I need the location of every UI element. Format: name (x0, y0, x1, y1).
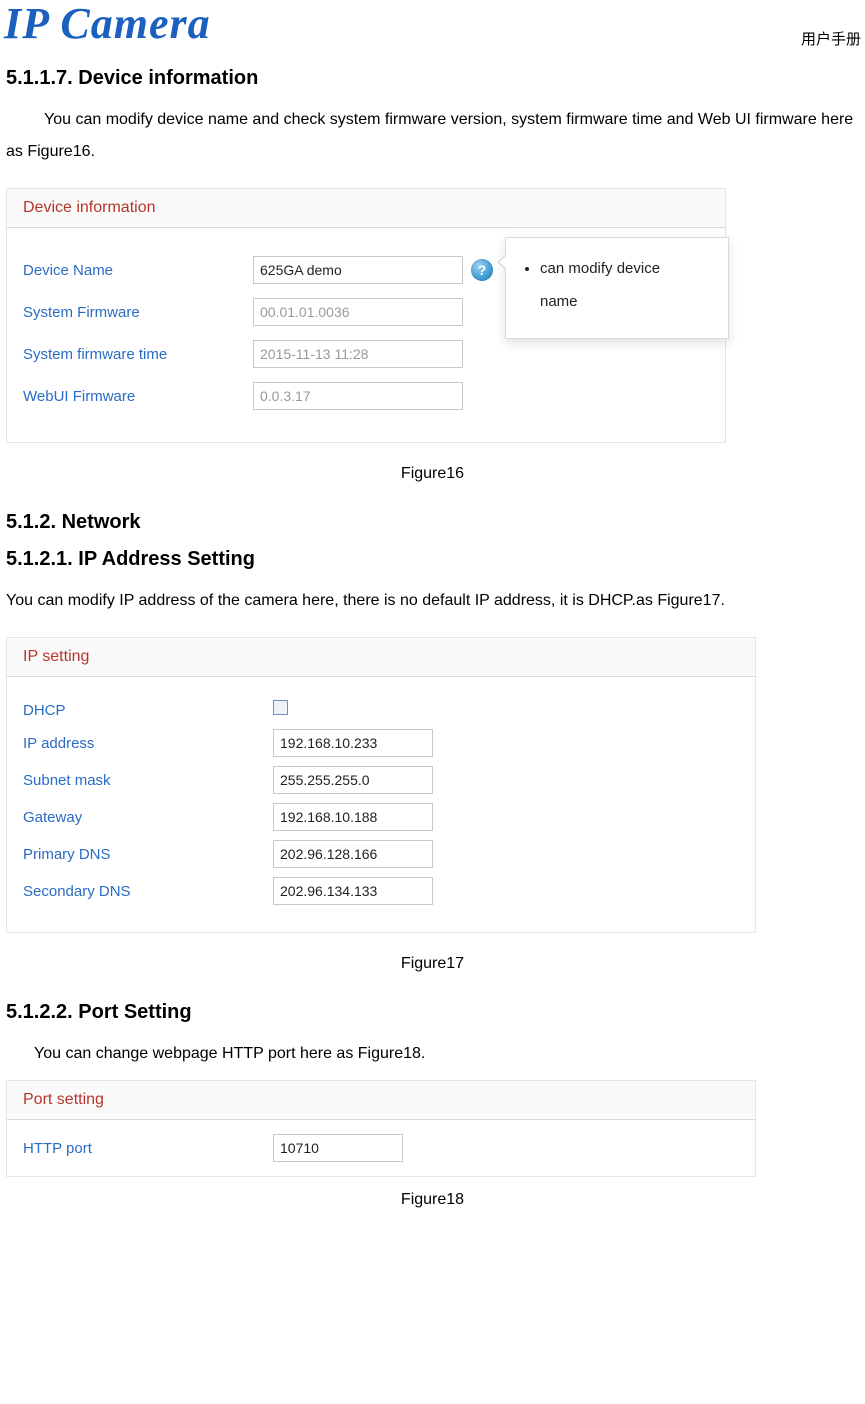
input-webui-firmware (253, 382, 463, 410)
label-device-name: Device Name (23, 262, 253, 279)
heading-device-information: 5.1.1.7. Device information (6, 67, 859, 90)
heading-network: 5.1.2. Network (6, 511, 859, 534)
input-system-firmware (253, 298, 463, 326)
tooltip-line1: can modify device (540, 260, 660, 277)
device-information-panel: Device information can modify device nam… (6, 188, 726, 443)
manual-label: 用户手册 (801, 0, 861, 49)
page-header: IP Camera 用户手册 (0, 0, 865, 49)
ip-setting-panel: IP setting DHCP IP address Subnet mask (6, 637, 756, 933)
label-http-port: HTTP port (23, 1140, 273, 1157)
para-port-setting: You can change webpage HTTP port here as… (6, 1038, 859, 1070)
input-subnet-mask[interactable] (273, 766, 433, 794)
logo: IP Camera (4, 0, 211, 46)
label-webui-firmware: WebUI Firmware (23, 388, 253, 405)
caption-figure17: Figure17 (6, 955, 859, 973)
label-system-firmware: System Firmware (23, 304, 253, 321)
panel-title-device-information: Device information (7, 189, 725, 228)
label-ip-address: IP address (23, 735, 273, 752)
tooltip-line2: name (522, 285, 712, 318)
input-gateway[interactable] (273, 803, 433, 831)
label-secondary-dns: Secondary DNS (23, 883, 273, 900)
caption-figure18: Figure18 (6, 1191, 859, 1209)
panel-title-ip-setting: IP setting (7, 638, 755, 677)
help-icon[interactable] (471, 259, 493, 281)
tooltip-device-name: can modify device name (505, 237, 729, 339)
input-device-name[interactable] (253, 256, 463, 284)
label-gateway: Gateway (23, 809, 273, 826)
label-primary-dns: Primary DNS (23, 846, 273, 863)
input-secondary-dns[interactable] (273, 877, 433, 905)
para-device-information: You can modify device name and check sys… (6, 104, 859, 168)
para-ip-address-setting: You can modify IP address of the camera … (6, 585, 859, 617)
input-http-port[interactable] (273, 1134, 403, 1162)
input-ip-address[interactable] (273, 729, 433, 757)
label-system-firmware-time: System firmware time (23, 346, 253, 363)
heading-port-setting: 5.1.2.2. Port Setting (6, 1001, 859, 1024)
panel-title-port-setting: Port setting (7, 1081, 755, 1120)
heading-ip-address-setting: 5.1.2.1. IP Address Setting (6, 548, 859, 571)
label-dhcp: DHCP (23, 702, 273, 719)
port-setting-panel: Port setting HTTP port (6, 1080, 756, 1177)
caption-figure16: Figure16 (6, 465, 859, 483)
input-system-firmware-time (253, 340, 463, 368)
input-primary-dns[interactable] (273, 840, 433, 868)
label-subnet-mask: Subnet mask (23, 772, 273, 789)
checkbox-dhcp[interactable] (273, 700, 288, 715)
